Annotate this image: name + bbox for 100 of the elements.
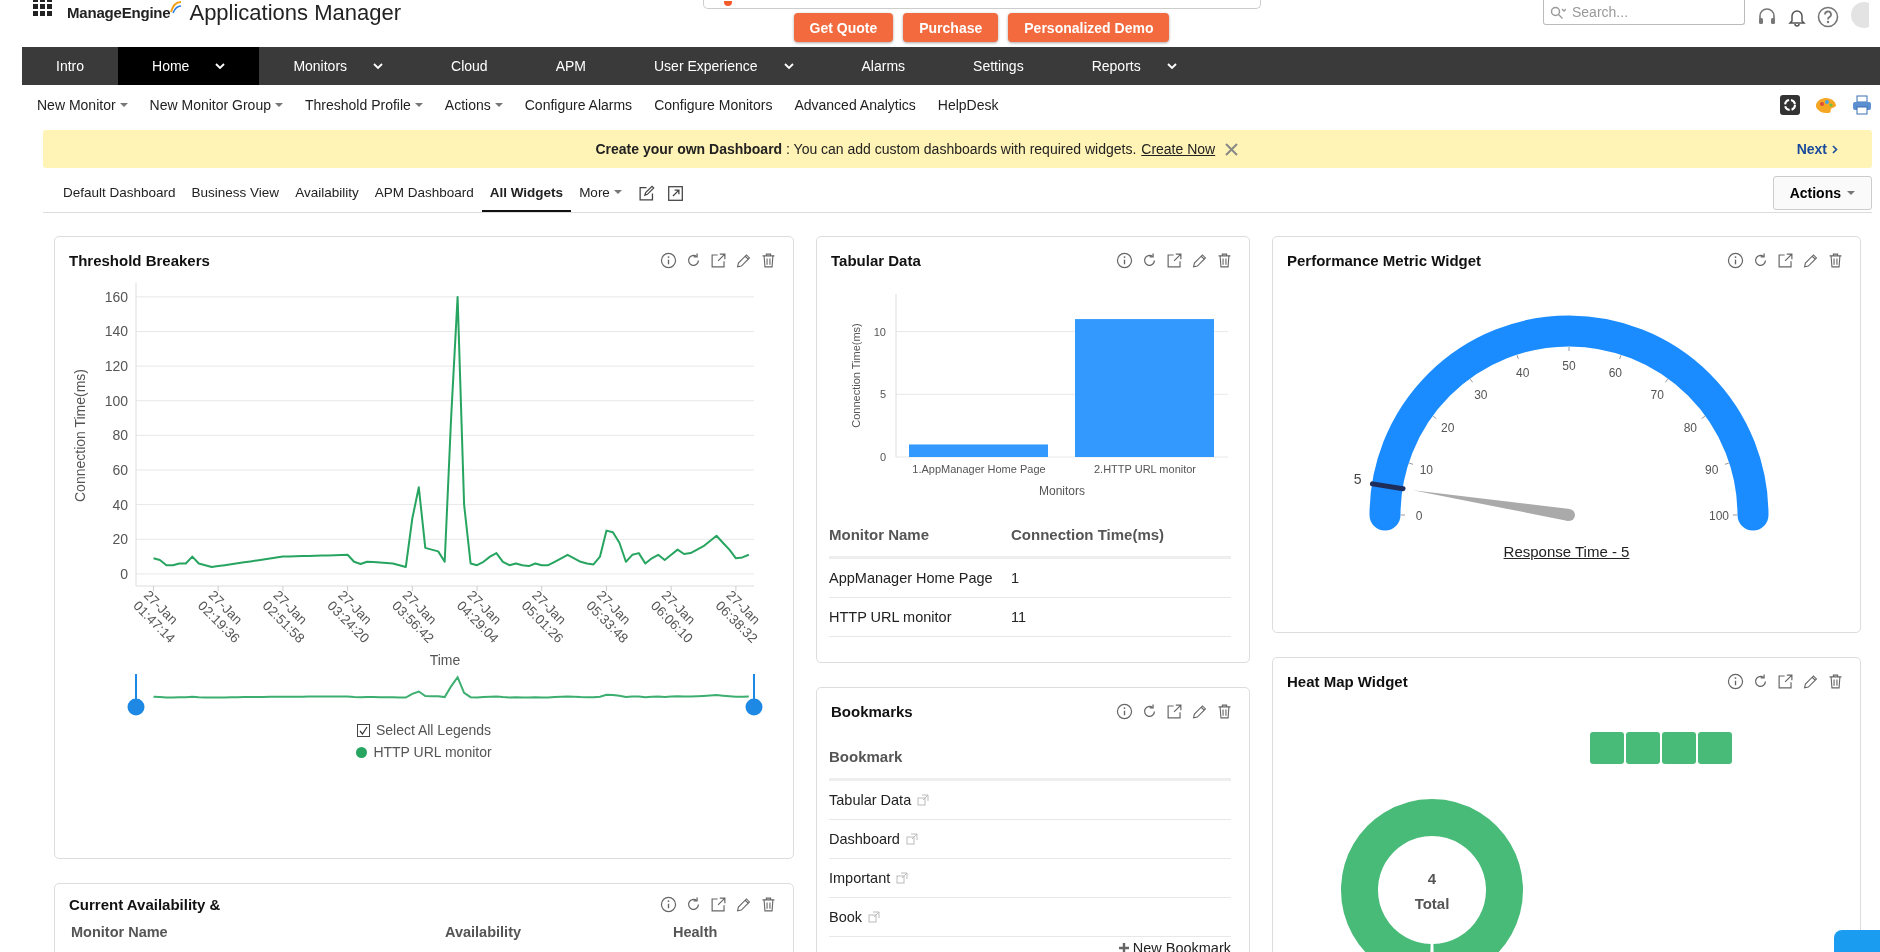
nav-tab[interactable]: Home [118, 47, 260, 85]
dashboard-tab[interactable]: Availability [287, 174, 367, 212]
edit-icon[interactable] [637, 184, 655, 202]
menu-item[interactable]: New Monitor [37, 97, 128, 113]
range-handle[interactable] [127, 674, 145, 716]
bell-icon[interactable] [1787, 7, 1807, 27]
checkbox[interactable] [356, 723, 370, 737]
widget-title: Current Availability & [69, 895, 221, 913]
info-icon[interactable] [1116, 251, 1133, 269]
pencil-icon[interactable] [735, 251, 752, 269]
dashboard-tab[interactable]: More [571, 174, 630, 212]
search-field[interactable]: Search... [1543, 0, 1745, 25]
search-icon [1550, 6, 1566, 20]
bookmark-link[interactable]: Book [829, 909, 863, 925]
axis-tick-label: 40 [112, 496, 128, 513]
widget-title: Bookmarks [831, 702, 913, 720]
widget-title: Performance Metric Widget [1287, 251, 1482, 269]
heat-cell[interactable] [1590, 732, 1624, 764]
bookmark-link[interactable]: Dashboard [829, 831, 900, 847]
popout-icon[interactable] [710, 895, 727, 913]
dashboard-tab[interactable]: Business View [183, 174, 288, 212]
range-handle[interactable] [745, 674, 763, 716]
refresh-icon[interactable] [685, 251, 702, 269]
actions-button[interactable]: Actions [1772, 176, 1872, 210]
pencil-icon[interactable] [735, 895, 752, 913]
axis-tick-label: 80 [112, 427, 128, 444]
menu-item[interactable]: Actions [444, 97, 503, 113]
menu-item[interactable]: Threshold Profile [305, 97, 423, 113]
nav-tab[interactable]: Intro [22, 47, 118, 85]
help-icon[interactable] [1817, 6, 1839, 28]
nav-tab[interactable]: Settings [939, 47, 1058, 85]
menu-item[interactable]: HelpDesk [937, 97, 999, 113]
close-icon[interactable] [1225, 142, 1239, 156]
axis-tick-label: 120 [104, 358, 128, 375]
refresh-icon[interactable] [1141, 702, 1158, 720]
gauge-caption-link[interactable]: Response Time - 5 [1273, 543, 1860, 560]
dashboard-tab[interactable]: APM Dashboard [366, 174, 482, 212]
nav-tab[interactable]: Monitors [259, 47, 418, 85]
pencil-icon[interactable] [1802, 672, 1819, 690]
info-icon[interactable] [1727, 251, 1744, 269]
gauge-value-label: 5 [1353, 470, 1362, 487]
axis-tick-label: 160 [104, 288, 128, 305]
dashboard-tab[interactable]: All Widgets [481, 174, 572, 212]
total-count: 4 [1427, 870, 1437, 887]
info-icon[interactable] [1116, 702, 1133, 720]
refresh-icon[interactable] [1752, 251, 1769, 269]
refresh-icon[interactable] [685, 895, 702, 913]
refresh-icon[interactable] [1141, 251, 1158, 269]
printer-icon[interactable] [1852, 95, 1872, 115]
popout-icon[interactable] [1777, 251, 1794, 269]
next-button[interactable]: Next [1790, 140, 1844, 158]
gauge-tick-label: 30 [1474, 387, 1488, 402]
nav-tab[interactable]: User Experience [620, 47, 828, 85]
pencil-icon[interactable] [1191, 702, 1208, 720]
app-title: Applications Manager [189, 0, 402, 26]
chevron-right-icon [1832, 144, 1838, 154]
widget-title: Threshold Breakers [69, 251, 210, 269]
menu-item[interactable]: Configure Alarms [524, 97, 633, 113]
nav-tab[interactable]: Cloud [417, 47, 522, 85]
recycle-icon[interactable] [1780, 95, 1800, 115]
trash-icon[interactable] [1216, 702, 1233, 720]
gauge-tick-label: 10 [1419, 462, 1433, 477]
headset-icon[interactable] [1757, 7, 1777, 27]
popout-icon[interactable] [1166, 702, 1183, 720]
bookmark-link[interactable]: Important [829, 870, 891, 886]
menu-item[interactable]: Configure Monitors [654, 97, 773, 113]
refresh-icon[interactable] [1752, 672, 1769, 690]
trash-icon[interactable] [1827, 251, 1844, 269]
create-now-link[interactable]: Create Now [1141, 141, 1216, 157]
dashboard-tab[interactable]: Default Dashboard [55, 174, 184, 212]
info-icon[interactable] [660, 895, 677, 913]
info-icon[interactable] [660, 251, 677, 269]
trash-icon[interactable] [760, 251, 777, 269]
pencil-icon[interactable] [1191, 251, 1208, 269]
heat-cell[interactable] [1698, 732, 1732, 764]
axis-title: Monitors [1039, 484, 1085, 498]
menu-item[interactable]: New Monitor Group [149, 97, 283, 113]
heat-cell[interactable] [1626, 732, 1660, 764]
legend-label[interactable]: HTTP URL monitor [373, 744, 492, 760]
trash-icon[interactable] [1827, 672, 1844, 690]
widget-title: Tabular Data [831, 251, 921, 269]
trash-icon[interactable] [760, 895, 777, 913]
menu-item[interactable]: Advanced Analytics [794, 97, 916, 113]
popout-icon[interactable] [1777, 672, 1794, 690]
popout-icon[interactable] [1166, 251, 1183, 269]
popout-icon[interactable] [710, 251, 727, 269]
heat-cell[interactable] [1662, 732, 1696, 764]
info-icon[interactable] [1727, 672, 1744, 690]
trash-icon[interactable] [1216, 251, 1233, 269]
bookmark-link[interactable]: Tabular Data [829, 792, 912, 808]
axis-tick-label: 0 [120, 565, 128, 582]
widget-title: Heat Map Widget [1287, 672, 1408, 690]
axis-tick-label: 0 [879, 451, 886, 463]
pencil-icon[interactable] [1802, 251, 1819, 269]
gauge-tick-label: 60 [1608, 366, 1623, 381]
palette-icon[interactable] [1814, 95, 1838, 115]
nav-tab[interactable]: APM [521, 47, 620, 85]
nav-tab[interactable]: Reports [1057, 47, 1211, 85]
nav-tab[interactable]: Alarms [827, 47, 940, 85]
popout-icon[interactable] [666, 184, 684, 202]
